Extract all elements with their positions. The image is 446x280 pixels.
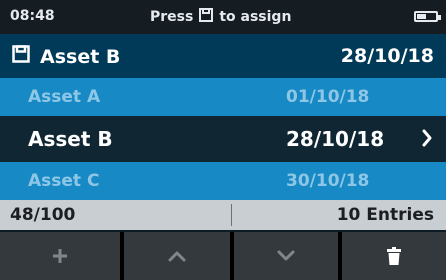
chevron-up-icon xyxy=(167,250,187,262)
scroll-up-button[interactable] xyxy=(124,232,230,280)
memory-count: 48/100 xyxy=(10,205,76,225)
header-title: Asset B xyxy=(12,45,120,68)
list-item-asset-b[interactable]: Asset B 28/10/18 xyxy=(0,116,446,162)
list-item-asset-a[interactable]: Asset A 01/10/18 xyxy=(0,78,446,116)
plus-icon xyxy=(51,247,69,265)
device-screen: 08:48 Press to assign Asset B 28/10/18 A… xyxy=(0,0,446,280)
assign-hint: Press to assign xyxy=(150,8,291,26)
asset-name: Asset A xyxy=(28,87,101,107)
trash-icon xyxy=(387,247,401,265)
info-bar: 48/100 10 Entries xyxy=(0,200,446,230)
asset-name: Asset C xyxy=(28,171,100,191)
asset-name: Asset B xyxy=(28,127,113,151)
entries-count: 10 Entries xyxy=(336,205,434,225)
add-button[interactable] xyxy=(0,232,120,280)
asset-date: 01/10/18 xyxy=(286,87,370,107)
header-date: 28/10/18 xyxy=(340,45,434,67)
save-icon xyxy=(199,8,214,26)
status-bar: 08:48 Press to assign xyxy=(0,0,446,34)
chevron-right-icon xyxy=(422,128,432,147)
asset-date: 28/10/18 xyxy=(286,127,385,151)
divider xyxy=(231,204,232,226)
battery-icon xyxy=(414,11,441,22)
asset-list: Asset A 01/10/18 Asset B 28/10/18 Asset … xyxy=(0,78,446,200)
delete-button[interactable] xyxy=(342,232,446,280)
list-item-asset-c[interactable]: Asset C 30/10/18 xyxy=(0,162,446,200)
save-icon xyxy=(12,45,30,68)
header-asset-name: Asset B xyxy=(40,45,121,68)
scroll-down-button[interactable] xyxy=(234,232,338,280)
hint-text-before: Press xyxy=(150,9,194,25)
asset-date: 30/10/18 xyxy=(286,171,370,191)
chevron-down-icon xyxy=(276,250,296,262)
current-asset-header: Asset B 28/10/18 xyxy=(0,34,446,78)
hint-text-after: to assign xyxy=(219,9,292,25)
softkey-bar xyxy=(0,232,446,280)
clock: 08:48 xyxy=(10,8,55,24)
